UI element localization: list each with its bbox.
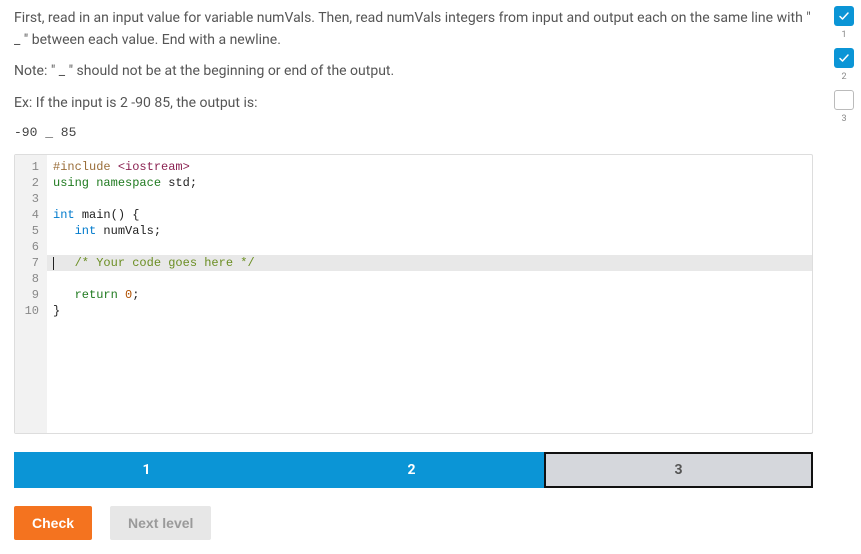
code-token: numVals (103, 224, 153, 238)
code-line[interactable]: int numVals; (53, 223, 812, 239)
code-token (111, 160, 118, 174)
line-number: 6 (15, 239, 41, 255)
progress-checked-icon[interactable] (834, 48, 854, 68)
line-number: 4 (15, 207, 41, 223)
code-token: return (75, 288, 118, 302)
code-token: /* Your code goes here */ (75, 256, 255, 270)
example-output: -90 _ 85 (14, 125, 813, 140)
code-line[interactable] (53, 191, 812, 207)
instruction-line-1: First, read in an input value for variab… (14, 8, 813, 51)
line-number: 8 (15, 271, 41, 287)
progress-unchecked-icon[interactable] (834, 90, 854, 110)
check-button[interactable]: Check (14, 506, 92, 540)
instructions: First, read in an input value for variab… (14, 8, 813, 115)
progress-label: 1 (841, 30, 846, 40)
level-tab-2[interactable]: 2 (279, 452, 544, 488)
level-tab-1[interactable]: 1 (14, 452, 279, 488)
code-line[interactable]: return 0; (53, 287, 812, 303)
code-line[interactable]: } (53, 303, 812, 319)
code-line[interactable]: int main() { (53, 207, 812, 223)
code-token: () { (111, 208, 140, 222)
code-token: ; (154, 224, 161, 238)
instruction-line-3: Ex: If the input is 2 -90 85, the output… (14, 93, 813, 115)
code-area[interactable]: #include <iostream>using namespace std;i… (47, 155, 812, 433)
code-token: int (53, 208, 75, 222)
level-progress-bar: 123 (14, 452, 813, 488)
code-token: #include (53, 160, 111, 174)
progress-sidebar: 1 2 3 (827, 0, 861, 554)
next-level-button: Next level (110, 506, 211, 540)
code-token: int (75, 224, 97, 238)
code-token (118, 288, 125, 302)
code-editor[interactable]: 12345678910 #include <iostream>using nam… (14, 154, 813, 434)
code-token: main (82, 208, 111, 222)
code-line[interactable]: using namespace std; (53, 175, 812, 191)
code-token: std (168, 176, 190, 190)
code-line[interactable]: #include <iostream> (53, 159, 812, 175)
code-token: using (53, 176, 89, 190)
code-line[interactable]: /* Your code goes here */ (47, 255, 812, 271)
code-token: ; (190, 176, 197, 190)
line-number: 1 (15, 159, 41, 175)
code-token (53, 224, 75, 238)
progress-label: 2 (841, 72, 846, 82)
code-token: namespace (96, 176, 161, 190)
line-number: 9 (15, 287, 41, 303)
code-line[interactable] (53, 271, 812, 287)
code-line[interactable] (53, 239, 812, 255)
code-token (53, 256, 75, 270)
line-number: 2 (15, 175, 41, 191)
line-number: 5 (15, 223, 41, 239)
line-number-gutter: 12345678910 (15, 155, 47, 433)
progress-label: 3 (841, 114, 846, 124)
code-token (53, 288, 75, 302)
code-token (75, 208, 82, 222)
code-token: ; (132, 288, 139, 302)
level-tab-3[interactable]: 3 (544, 452, 813, 488)
line-number: 7 (15, 255, 41, 271)
line-number: 10 (15, 303, 41, 319)
code-token: <iostream> (118, 160, 190, 174)
code-token: } (53, 304, 60, 318)
line-number: 3 (15, 191, 41, 207)
progress-checked-icon[interactable] (834, 6, 854, 26)
instruction-line-2: Note: " _ " should not be at the beginni… (14, 61, 813, 83)
